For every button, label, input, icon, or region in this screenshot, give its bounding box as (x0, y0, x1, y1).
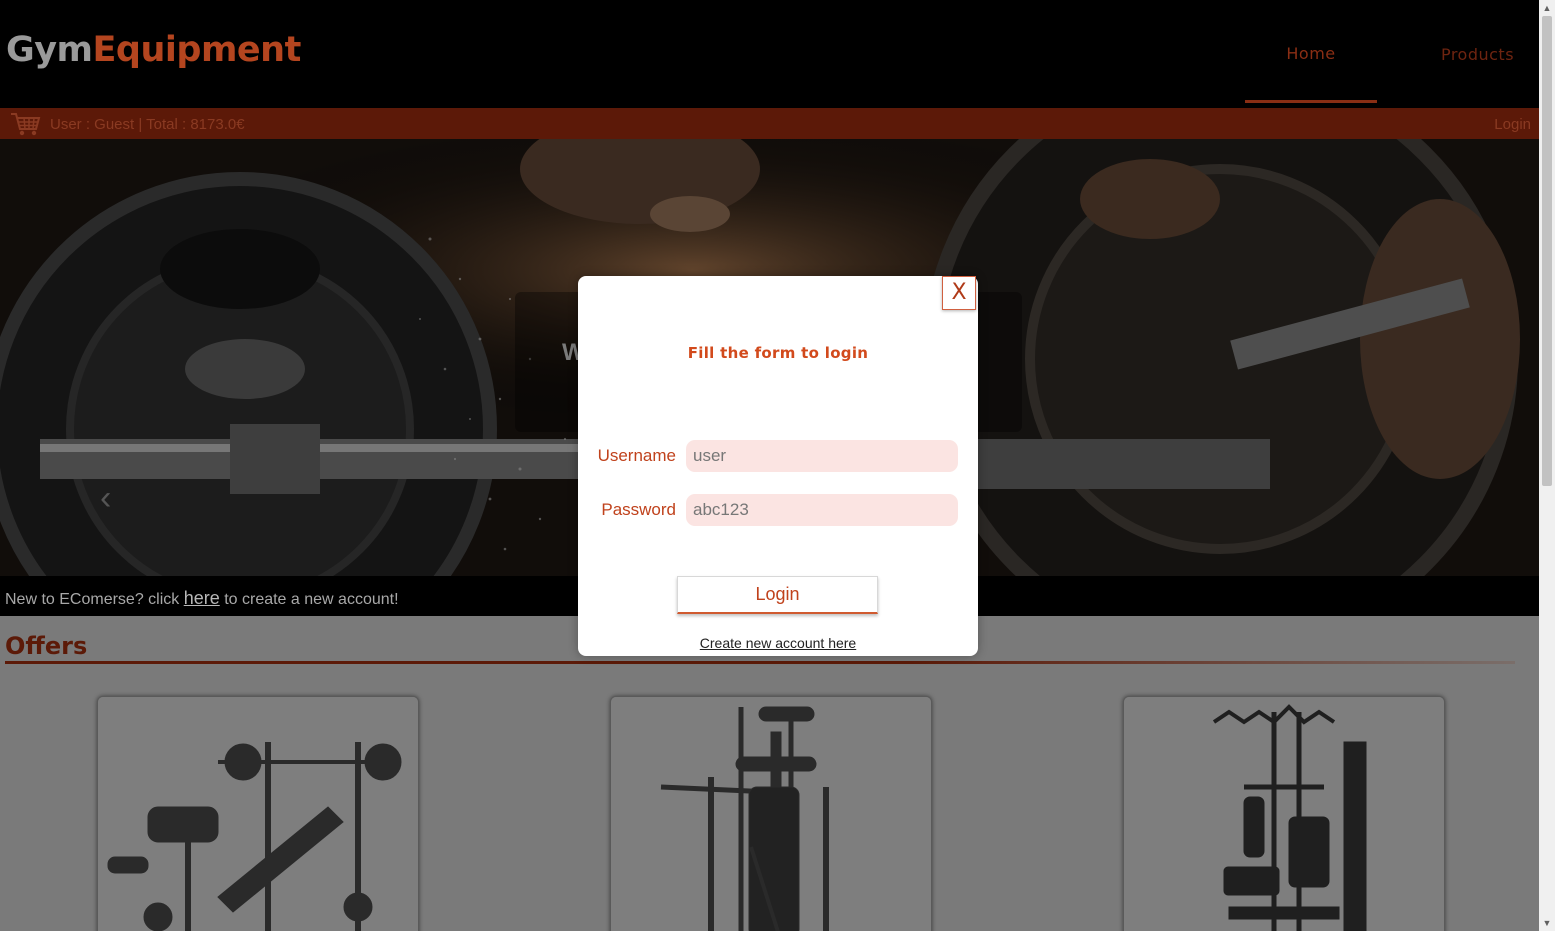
login-modal: X Fill the form to login Username Passwo… (578, 276, 978, 656)
close-modal-button[interactable]: X (942, 276, 976, 310)
scroll-up-arrow-icon[interactable]: ▲ (1539, 0, 1555, 16)
create-account-link[interactable]: Create new account here (578, 635, 978, 651)
password-label: Password (601, 500, 676, 519)
page-scrollbar[interactable]: ▲ ▼ (1539, 0, 1555, 931)
scrollbar-thumb[interactable] (1542, 16, 1552, 486)
login-modal-title: Fill the form to login (687, 344, 869, 362)
page: GymEquipment Home Products User : Guest … (0, 0, 1539, 931)
username-input[interactable] (686, 440, 958, 472)
username-label: Username (597, 446, 676, 465)
login-submit-button[interactable]: Login (677, 576, 878, 614)
password-input[interactable] (686, 494, 958, 526)
scroll-down-arrow-icon[interactable]: ▼ (1539, 915, 1555, 931)
